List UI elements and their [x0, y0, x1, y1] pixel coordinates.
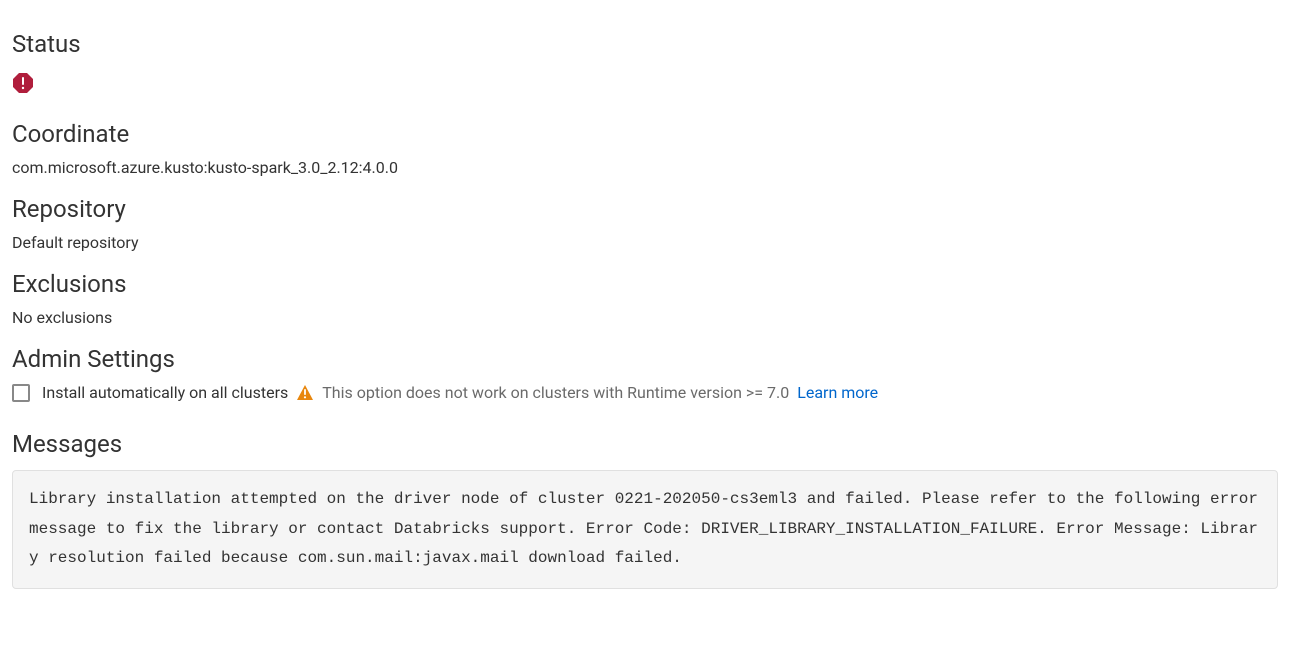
install-auto-label: Install automatically on all clusters — [42, 383, 288, 402]
messages-heading: Messages — [12, 430, 1278, 458]
repository-value: Default repository — [12, 233, 1278, 252]
repository-heading: Repository — [12, 195, 1278, 223]
error-octagon-icon — [12, 72, 34, 98]
coordinate-heading: Coordinate — [12, 120, 1278, 148]
install-auto-help-text: This option does not work on clusters wi… — [322, 383, 789, 402]
exclusions-value: No exclusions — [12, 308, 1278, 327]
message-body: Library installation attempted on the dr… — [12, 470, 1278, 589]
learn-more-link[interactable]: Learn more — [797, 383, 878, 402]
admin-settings-heading: Admin Settings — [12, 345, 1278, 373]
install-auto-row: Install automatically on all clusters Th… — [12, 383, 1278, 402]
coordinate-value: com.microsoft.azure.kusto:kusto-spark_3.… — [12, 158, 1278, 177]
exclusions-heading: Exclusions — [12, 270, 1278, 298]
status-heading: Status — [12, 30, 1278, 58]
install-auto-checkbox[interactable] — [12, 384, 30, 402]
warning-icon — [296, 384, 314, 402]
